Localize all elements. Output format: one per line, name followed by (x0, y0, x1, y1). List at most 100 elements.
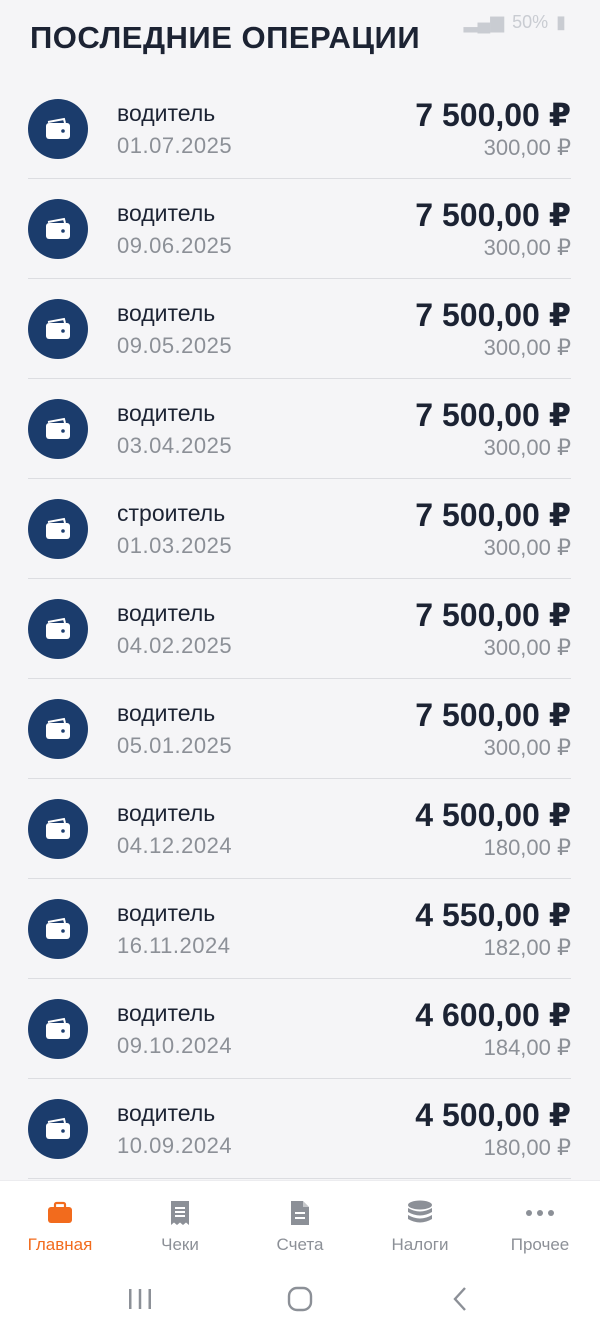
home-button[interactable] (270, 1279, 330, 1319)
operation-date: 03.04.2025 (117, 432, 233, 458)
operation-amounts: 4 550,00 ₽182,00 ₽ (415, 897, 571, 961)
operation-amounts: 7 500,00 ₽300,00 ₽ (415, 197, 571, 261)
operation-amount: 4 500,00 ₽ (415, 796, 571, 833)
operation-info: водитель 09.06.2025 (117, 199, 415, 259)
operation-row[interactable]: водитель 09.05.2025 7 500,00 ₽300,00 ₽ (28, 279, 571, 379)
operation-date: 05.01.2025 (117, 732, 233, 758)
tab-more[interactable]: Прочее (480, 1181, 600, 1267)
back-button[interactable] (430, 1279, 490, 1319)
operation-name: водитель (117, 799, 216, 826)
wallet-icon (28, 598, 88, 659)
signal-icon: ▂▄▆ (463, 11, 505, 32)
operation-date: 09.10.2024 (117, 1032, 233, 1058)
operation-amounts: 4 500,00 ₽180,00 ₽ (415, 1097, 571, 1161)
operation-date: 09.05.2025 (117, 332, 233, 358)
wallet-icon (28, 1098, 88, 1159)
operation-name: водитель (117, 199, 216, 226)
operation-date: 10.09.2024 (117, 1132, 233, 1158)
operation-row[interactable]: водитель 04.02.2025 7 500,00 ₽300,00 ₽ (28, 579, 571, 679)
operation-name: водитель (117, 999, 216, 1026)
operation-date: 01.07.2025 (117, 132, 233, 158)
tab-document[interactable]: Счета (240, 1181, 360, 1267)
status-right: ▂▄▆ 50% ▮ (464, 12, 566, 33)
operation-name: водитель (117, 899, 216, 926)
operation-row[interactable]: водитель 10.09.2024 4 500,00 ₽180,00 ₽ (28, 1079, 571, 1179)
operation-name: водитель (117, 699, 216, 726)
operation-date: 04.12.2024 (117, 832, 233, 858)
operation-fee: 300,00 ₽ (483, 434, 571, 460)
operation-amounts: 4 600,00 ₽184,00 ₽ (415, 997, 571, 1061)
tab-label: Прочее (510, 1235, 570, 1254)
operation-fee: 180,00 ₽ (483, 834, 571, 860)
operation-amount: 7 500,00 ₽ (415, 196, 571, 233)
tab-label: Налоги (391, 1235, 449, 1254)
operation-amounts: 7 500,00 ₽300,00 ₽ (415, 97, 571, 161)
back-icon (453, 1287, 466, 1311)
recents-button[interactable] (110, 1279, 170, 1319)
operation-date: 04.02.2025 (117, 632, 233, 658)
operation-row[interactable]: водитель 09.06.2025 7 500,00 ₽300,00 ₽ (28, 179, 571, 279)
tab-receipt[interactable]: Чеки (120, 1181, 240, 1267)
operation-amount: 7 500,00 ₽ (415, 596, 571, 633)
operation-amounts: 7 500,00 ₽300,00 ₽ (415, 497, 571, 561)
operation-row[interactable]: водитель 03.04.2025 7 500,00 ₽300,00 ₽ (28, 379, 571, 479)
tab-label: Чеки (161, 1235, 199, 1254)
operation-fee: 184,00 ₽ (483, 1034, 571, 1060)
operation-info: водитель 05.01.2025 (117, 699, 415, 759)
operation-name: строитель (117, 499, 226, 526)
operation-row[interactable]: строитель 01.03.2025 7 500,00 ₽300,00 ₽ (28, 479, 571, 579)
operation-amounts: 7 500,00 ₽300,00 ₽ (415, 297, 571, 361)
page-title: ПОСЛЕДНИЕ ОПЕРАЦИИ (30, 20, 421, 55)
wallet-icon (28, 798, 88, 859)
wallet-icon (28, 98, 88, 159)
operation-info: водитель 09.10.2024 (117, 999, 415, 1059)
operation-amount: 7 500,00 ₽ (415, 96, 571, 133)
operation-fee: 300,00 ₽ (483, 234, 571, 260)
tab-coins[interactable]: Налоги (360, 1181, 480, 1267)
operation-amounts: 7 500,00 ₽300,00 ₽ (415, 697, 571, 761)
operation-info: водитель 04.02.2025 (117, 599, 415, 659)
battery-icon: ▮ (556, 11, 566, 32)
operation-fee: 300,00 ₽ (483, 634, 571, 660)
battery-level: 50% (512, 11, 549, 32)
operation-fee: 300,00 ₽ (483, 134, 571, 160)
operation-info: строитель 01.03.2025 (117, 499, 415, 559)
operation-fee: 180,00 ₽ (483, 1134, 571, 1160)
wallet-icon (28, 998, 88, 1059)
wallet-icon (28, 898, 88, 959)
operation-amount: 7 500,00 ₽ (415, 696, 571, 733)
more-icon (525, 1199, 555, 1227)
briefcase-icon (46, 1199, 74, 1227)
operation-row[interactable]: водитель 09.10.2024 4 600,00 ₽184,00 ₽ (28, 979, 571, 1079)
operation-amount: 7 500,00 ₽ (415, 496, 571, 533)
coins-icon (406, 1199, 434, 1227)
operation-fee: 182,00 ₽ (483, 934, 571, 960)
operation-name: водитель (117, 99, 216, 126)
operation-row[interactable]: водитель 16.11.2024 4 550,00 ₽182,00 ₽ (28, 879, 571, 979)
operation-fee: 300,00 ₽ (483, 334, 571, 360)
operation-row[interactable]: водитель 01.07.2025 7 500,00 ₽300,00 ₽ (28, 79, 571, 179)
operation-row[interactable]: водитель 04.12.2024 4 500,00 ₽180,00 ₽ (28, 779, 571, 879)
operation-name: водитель (117, 1099, 216, 1126)
receipt-icon (169, 1199, 191, 1227)
wallet-icon (28, 498, 88, 559)
operation-info: водитель 01.07.2025 (117, 99, 415, 159)
tab-label: Главная (27, 1235, 93, 1254)
operation-amount: 4 600,00 ₽ (415, 996, 571, 1033)
tab-briefcase[interactable]: Главная (0, 1181, 120, 1267)
operation-info: водитель 16.11.2024 (117, 899, 415, 959)
wallet-icon (28, 198, 88, 259)
bottom-tab-bar: Главная Чеки Счета Налоги Прочее (0, 1180, 600, 1267)
operation-date: 01.03.2025 (117, 532, 233, 558)
wallet-icon (28, 398, 88, 459)
operation-row[interactable]: водитель 05.01.2025 7 500,00 ₽300,00 ₽ (28, 679, 571, 779)
home-icon (287, 1286, 313, 1312)
wallet-icon (28, 698, 88, 759)
operation-amount: 7 500,00 ₽ (415, 296, 571, 333)
operation-name: водитель (117, 299, 216, 326)
operation-info: водитель 09.05.2025 (117, 299, 415, 359)
operation-info: водитель 03.04.2025 (117, 399, 415, 459)
operation-fee: 300,00 ₽ (483, 734, 571, 760)
operation-date: 09.06.2025 (117, 232, 233, 258)
system-nav-bar (0, 1266, 600, 1332)
